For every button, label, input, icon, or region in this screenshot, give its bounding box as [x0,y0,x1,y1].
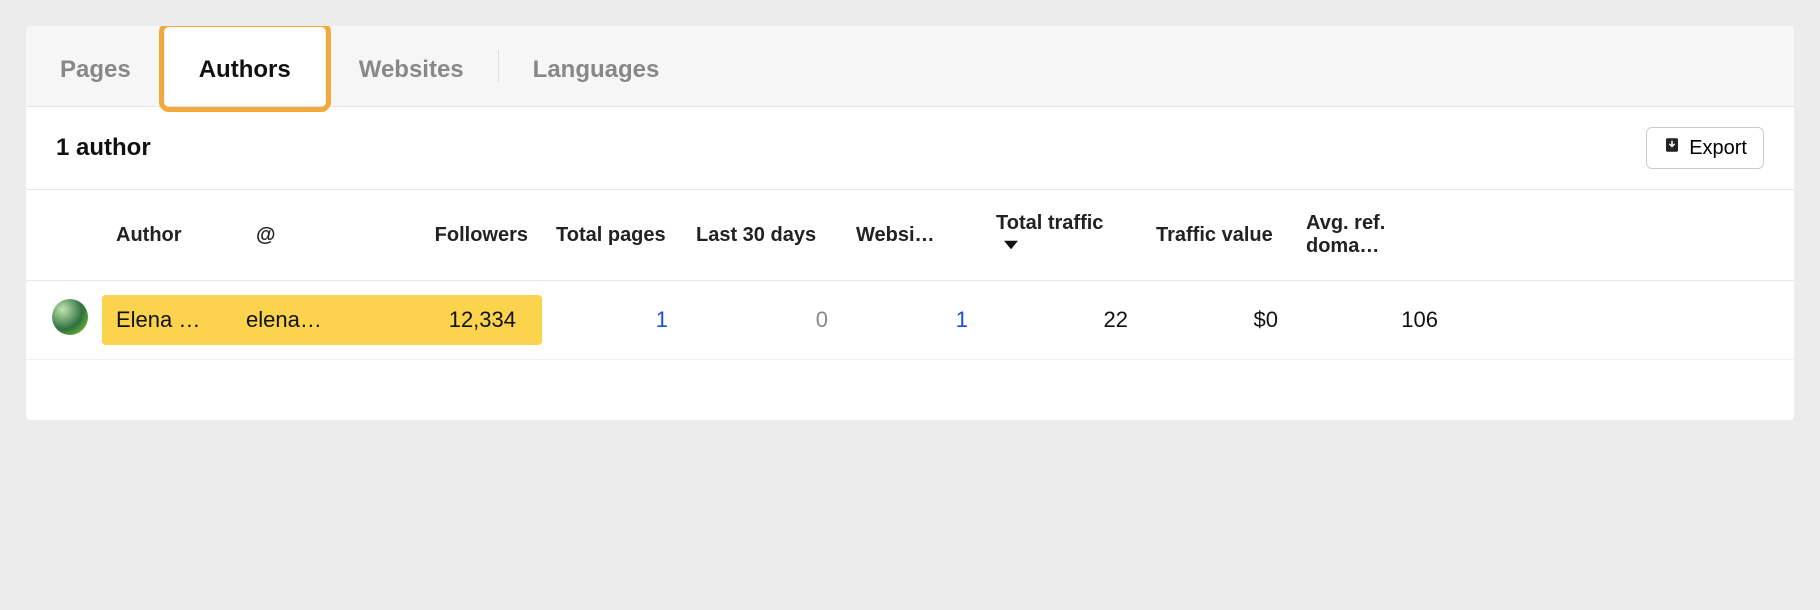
avatar [52,299,88,335]
col-total-pages[interactable]: Total pages [542,190,682,281]
tabs-bar: Pages Authors Websites Languages [26,26,1794,107]
tab-authors[interactable]: Authors [165,26,325,106]
tab-websites[interactable]: Websites [325,26,498,106]
col-handle[interactable]: @ [242,190,382,281]
cell-avg-ref-domains: 106 [1292,281,1452,360]
col-websites[interactable]: Websi… [842,190,982,281]
results-count: 1 author [56,134,151,162]
tab-pages[interactable]: Pages [26,26,165,106]
col-traffic-value[interactable]: Traffic value [1142,190,1292,281]
col-last-30-days[interactable]: Last 30 days [682,190,842,281]
col-followers[interactable]: Followers [382,190,542,281]
cell-last-30: 0 [682,281,842,360]
authors-table: Author @ Followers Total pages Last 30 d… [26,190,1794,360]
col-padding [1452,190,1794,281]
export-button[interactable]: Export [1646,127,1764,169]
col-avg-ref-domains[interactable]: Avg. ref. doma… [1292,190,1452,281]
download-icon [1663,136,1681,160]
subheader: 1 author Export [26,107,1794,190]
cell-websites[interactable]: 1 [842,281,982,360]
sort-desc-icon [1004,235,1018,258]
content-card: Pages Authors Websites Languages 1 autho… [26,26,1794,420]
col-avatar [26,190,102,281]
tab-languages[interactable]: Languages [499,26,694,106]
cell-total-traffic: 22 [982,281,1142,360]
cell-author-handle[interactable]: elena… [246,307,396,333]
cell-avatar [26,281,102,360]
col-total-traffic[interactable]: Total traffic [982,190,1142,281]
table-bottom-padding [26,360,1794,420]
cell-followers: 12,334 [396,307,516,333]
col-author[interactable]: Author [102,190,242,281]
cell-highlighted-group: Elena … elena… 12,334 [102,281,542,360]
cell-author-name[interactable]: Elena … [116,307,246,333]
col-total-traffic-label: Total traffic [996,212,1103,234]
highlight-group: Elena … elena… 12,334 [102,295,542,345]
cell-total-pages[interactable]: 1 [542,281,682,360]
cell-padding [1452,281,1794,360]
table-row[interactable]: Elena … elena… 12,334 1 0 1 22 $0 106 [26,281,1794,360]
table-header-row: Author @ Followers Total pages Last 30 d… [26,190,1794,281]
cell-traffic-value: $0 [1142,281,1292,360]
export-button-label: Export [1689,137,1747,160]
